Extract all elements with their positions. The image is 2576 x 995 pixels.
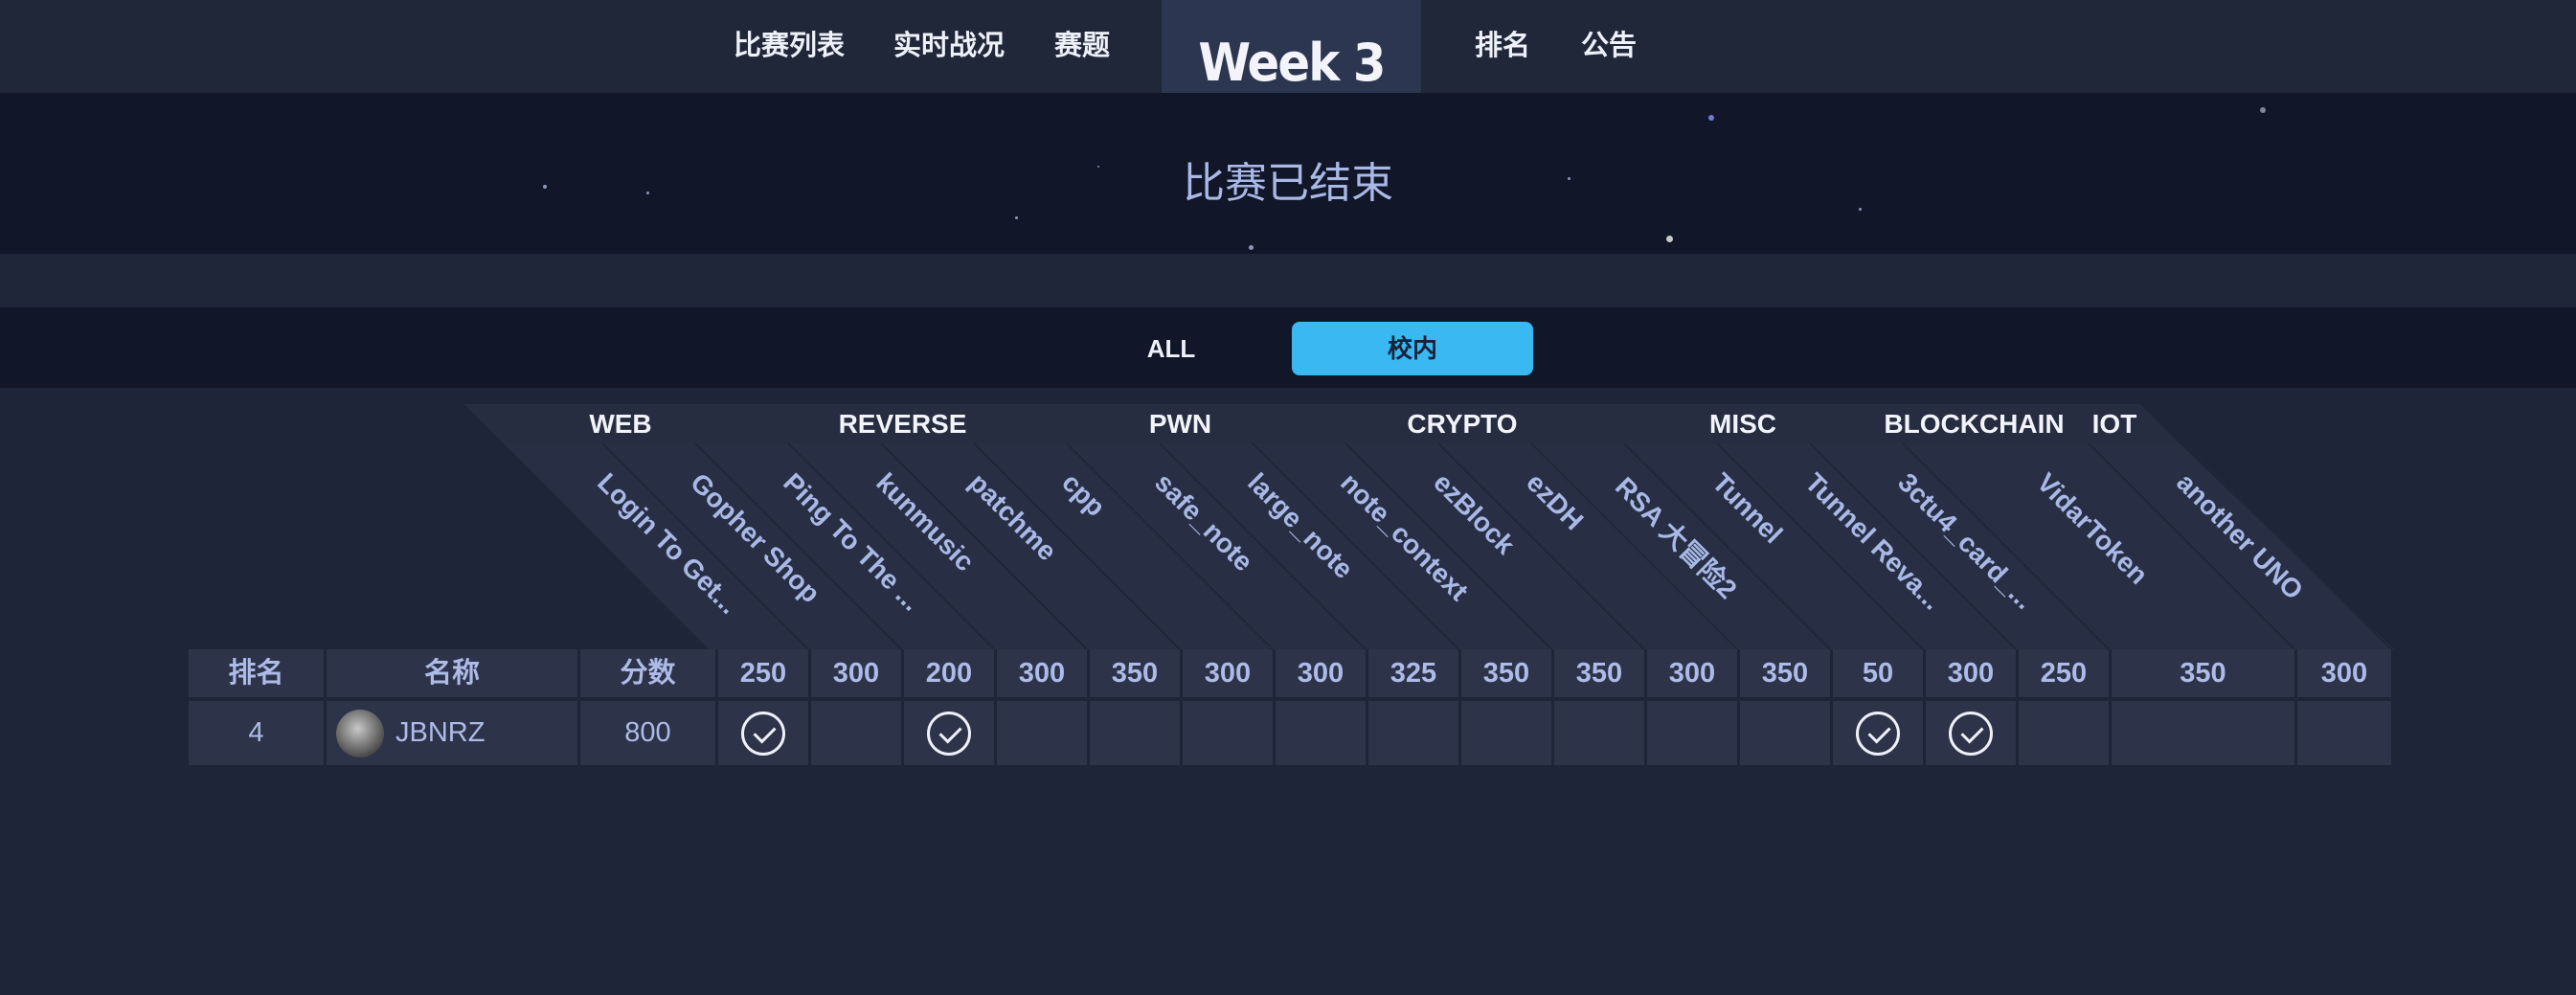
category-web: WEB	[589, 409, 652, 439]
points-cell: 300	[1183, 649, 1273, 697]
category-pwn: PWN	[1148, 409, 1212, 439]
check-circle-icon	[741, 711, 785, 756]
solve-cell	[1461, 701, 1551, 765]
points-cell: 300	[1647, 649, 1737, 697]
points-cell: 300	[1926, 649, 2016, 697]
points-cell: 300	[997, 649, 1087, 697]
solve-cell	[2297, 701, 2391, 765]
header-rank: 排名	[189, 649, 324, 697]
points-cell: 350	[1740, 649, 1830, 697]
category-crypto: CRYPTO	[1407, 409, 1518, 439]
points-cell: 200	[904, 649, 994, 697]
row-rank: 4	[189, 701, 324, 765]
points-cell: 300	[811, 649, 901, 697]
solve-cell	[997, 701, 1087, 765]
solve-cell	[1276, 701, 1366, 765]
avatar[interactable]	[336, 710, 384, 758]
points-cell: 350	[2112, 649, 2294, 697]
solve-cell	[904, 701, 994, 765]
points-cell: 350	[1554, 649, 1644, 697]
points-cell: 350	[1461, 649, 1551, 697]
solve-cell	[1368, 701, 1458, 765]
points-cell: 350	[1090, 649, 1180, 697]
points-cell: 250	[718, 649, 808, 697]
check-circle-icon	[927, 711, 971, 756]
points-cell: 50	[1833, 649, 1923, 697]
category-iot: IOT	[2091, 409, 2137, 439]
row-score: 800	[580, 701, 715, 765]
solve-cell	[1926, 701, 2016, 765]
solve-cell	[1183, 701, 1273, 765]
solve-cell	[2019, 701, 2109, 765]
solve-cell	[2112, 701, 2294, 765]
team-name[interactable]: JBNRZ	[395, 701, 485, 765]
check-circle-icon	[1949, 711, 1993, 756]
category-blockchain: BLOCKCHAIN	[1884, 409, 2065, 439]
solve-cell	[1647, 701, 1737, 765]
solve-cell	[1090, 701, 1180, 765]
solve-cell	[1740, 701, 1830, 765]
solve-cell	[718, 701, 808, 765]
points-cell: 250	[2019, 649, 2109, 697]
category-reverse: REVERSE	[838, 409, 967, 439]
solve-cell	[811, 701, 901, 765]
solve-cell	[1833, 701, 1923, 765]
challenge-header-graphic	[464, 404, 2394, 650]
points-cell: 300	[1276, 649, 1366, 697]
solve-cell	[1554, 701, 1644, 765]
row-team[interactable]: JBNRZ	[327, 701, 577, 765]
points-cell: 325	[1368, 649, 1458, 697]
category-misc: MISC	[1709, 409, 1776, 439]
points-cell: 300	[2297, 649, 2391, 697]
header-name: 名称	[327, 649, 577, 697]
check-circle-icon	[1856, 711, 1900, 756]
header-score: 分数	[580, 649, 715, 697]
